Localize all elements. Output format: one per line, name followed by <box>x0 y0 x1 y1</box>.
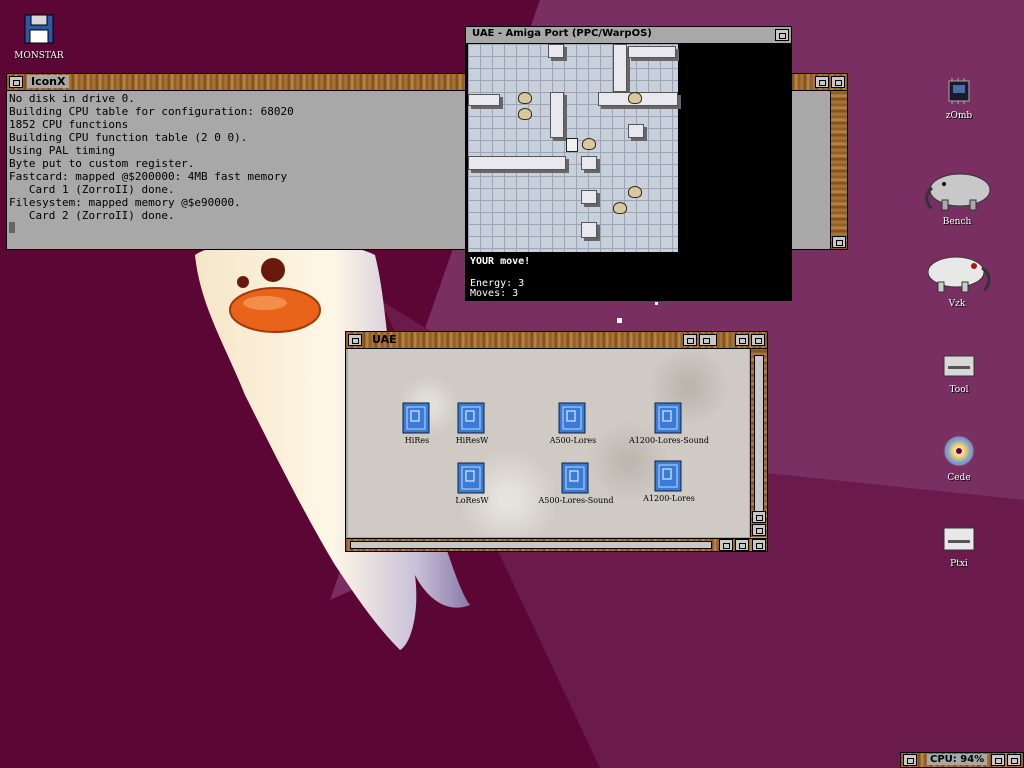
file-icon-label: A1200-Lores <box>643 494 695 503</box>
map-wall <box>581 222 597 238</box>
zoom-gadget-icon[interactable] <box>735 334 749 346</box>
window-title: UAE - Amiga Port (PPC/WarpOS) <box>472 28 652 39</box>
desktop-icon-vzk[interactable]: Vzk <box>922 252 992 309</box>
drive-icon <box>943 527 975 551</box>
desktop-icon-label: Ptxi <box>950 559 968 569</box>
desktop-icon-label: zOmb <box>945 111 973 121</box>
monster-sprite <box>518 92 532 104</box>
file-icon[interactable]: A1200-Lores-Sound <box>624 401 714 445</box>
map-wall <box>628 46 676 58</box>
vertical-scrollbar[interactable] <box>830 91 847 249</box>
file-icon[interactable]: A500-Lores-Sound <box>531 461 621 505</box>
file-icon[interactable]: A1200-Lores <box>624 459 714 503</box>
uae-titlebar[interactable]: UAE <box>346 332 767 349</box>
desktop-icon-label: Vzk <box>948 299 966 309</box>
blueprint-icon <box>457 462 485 494</box>
desktop-icon-bench[interactable]: Bench <box>922 170 992 227</box>
resize-gadget-icon[interactable] <box>832 236 846 248</box>
desktop-icon-monstar[interactable]: MONSTAR <box>4 12 74 61</box>
cpu-usage-text: CPU: 94% <box>927 754 988 765</box>
horizontal-scrollbar[interactable] <box>346 538 767 551</box>
map-wall <box>613 44 627 92</box>
close-gadget-icon[interactable] <box>9 76 23 88</box>
file-icon-label: A500-Lores <box>549 436 597 445</box>
monster-sprite <box>582 138 596 150</box>
map-wall <box>581 190 597 204</box>
elephant-icon <box>925 173 991 211</box>
desktop-pixel-mark <box>617 318 622 323</box>
file-icon-label: A500-Lores-Sound <box>538 496 614 505</box>
map-wall <box>468 156 566 170</box>
cd-icon <box>943 435 975 467</box>
drawer-contents[interactable]: HiRes HiResW A500-Lores A1200-Lores-Soun… <box>348 349 749 537</box>
desktop-icon-cede[interactable]: Cede <box>924 434 994 483</box>
map-wall <box>581 156 597 170</box>
depth-gadget-icon[interactable] <box>831 76 845 88</box>
drive-icon <box>943 355 975 377</box>
scroll-down-arrow-icon[interactable] <box>752 524 766 536</box>
blueprint-icon <box>457 402 485 434</box>
iconify-gadget-icon[interactable] <box>699 334 717 346</box>
window-title: UAE <box>372 333 397 346</box>
player-sprite <box>566 138 578 152</box>
game-screen[interactable]: YOUR move! Energy: 3 Moves: 3 <box>468 44 788 299</box>
desktop-icon-label: Cede <box>947 473 971 483</box>
map-wall <box>548 44 564 58</box>
depth-gadget-icon[interactable] <box>1007 754 1021 766</box>
desktop-icon-tool[interactable]: Tool <box>924 352 994 395</box>
monster-sprite <box>628 186 642 198</box>
zoom-gadget-icon[interactable] <box>815 76 829 88</box>
blueprint-icon <box>558 402 586 434</box>
file-icon[interactable]: LoResW <box>427 461 517 505</box>
blueprint-icon <box>561 462 589 494</box>
window-title: IconX <box>27 75 70 88</box>
zoom-gadget-icon[interactable] <box>991 754 1005 766</box>
desktop-icon-label: Tool <box>949 385 969 395</box>
elephant-icon <box>927 256 991 293</box>
map-wall <box>628 124 644 138</box>
scroll-knob[interactable] <box>754 355 764 517</box>
moves-readout: Moves: 3 <box>470 288 519 299</box>
desktop-pixel-mark <box>655 302 658 305</box>
game-window[interactable]: UAE - Amiga Port (PPC/WarpOS) YOUR move!… <box>465 26 792 301</box>
blueprint-icon <box>654 402 682 434</box>
blueprint-icon <box>654 460 682 492</box>
parent-gadget-icon[interactable] <box>683 334 697 346</box>
monster-sprite <box>518 108 532 120</box>
cpu-meter[interactable]: CPU: 94% <box>900 752 1024 768</box>
game-titlebar[interactable]: UAE - Amiga Port (PPC/WarpOS) <box>466 27 791 44</box>
scroll-left-arrow-icon[interactable] <box>719 539 733 551</box>
game-status-text: YOUR move! <box>470 256 531 267</box>
text-cursor <box>9 222 15 233</box>
close-gadget-icon[interactable] <box>903 754 917 766</box>
scroll-up-arrow-icon[interactable] <box>752 511 766 523</box>
resize-gadget-icon[interactable] <box>752 539 766 551</box>
file-icon[interactable]: A500-Lores <box>528 401 618 445</box>
uae-drawer-window[interactable]: UAE HiRes HiResW A500-Lores A1200-Lores-… <box>345 331 768 552</box>
floppy-disk-icon <box>24 14 54 44</box>
desktop-icon-label: Bench <box>942 217 972 227</box>
vertical-scrollbar[interactable] <box>750 349 767 537</box>
file-icon[interactable]: HiResW <box>427 401 517 445</box>
scroll-right-arrow-icon[interactable] <box>735 539 749 551</box>
map-wall <box>550 92 564 138</box>
scroll-knob[interactable] <box>350 541 712 549</box>
monster-sprite <box>628 92 642 104</box>
file-icon-label: LoResW <box>455 496 489 505</box>
depth-gadget-icon[interactable] <box>751 334 765 346</box>
game-map[interactable] <box>468 44 678 252</box>
close-gadget-icon[interactable] <box>348 334 362 346</box>
file-icon-label: A1200-Lores-Sound <box>628 436 710 445</box>
desktop-icon-zomb[interactable]: zOmb <box>924 76 994 121</box>
file-icon-label: HiResW <box>455 436 489 445</box>
map-wall <box>468 94 500 106</box>
monster-sprite <box>613 202 627 214</box>
desktop-icon-label: MONSTAR <box>14 51 64 61</box>
depth-gadget-icon[interactable] <box>775 29 789 41</box>
chip-icon <box>948 78 970 104</box>
desktop-icon-ptxi[interactable]: Ptxi <box>924 524 994 569</box>
